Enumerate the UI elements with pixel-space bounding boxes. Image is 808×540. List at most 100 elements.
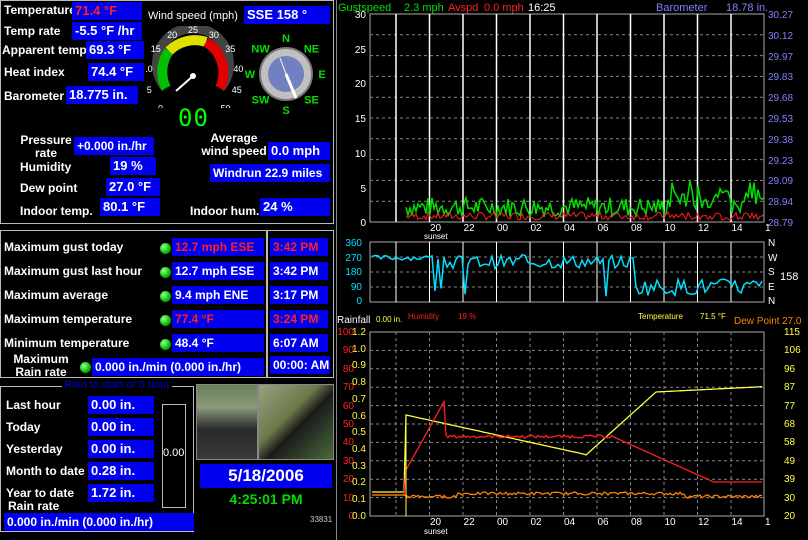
wind-speed-gauge: 0 5 10 15 20 25 30 35 40 45 50 [146,26,243,108]
time-display: 4:25:01 PM [229,491,303,507]
wind-speed-label: Wind speed (mph) [148,10,238,22]
extreme-status-icon [160,339,171,350]
gauge-scale-label: 0 [158,104,163,108]
temperature-tick: 77 [784,400,796,412]
rain-tick: 0.8 [352,377,366,389]
temperature-tick: 96 [784,363,796,375]
rain-tick: 0.7 [352,393,366,405]
wind-direction-value: SSE 158 ° [244,6,330,24]
wind-speed-tick: 25 [354,44,366,56]
temp-x-tick: 14 [731,517,743,528]
record-counter: 33831 [310,515,333,524]
extreme-label: Minimum temperature [4,336,130,350]
temperature-tick: 115 [784,327,800,338]
temperature-tick: 87 [784,382,796,394]
max-rain-label: Maximum Rain rate [13,352,69,380]
extreme-status-icon [160,267,171,278]
wind-x-tick: 22 [463,223,475,234]
wind-compass: N NE E SE S SW W NW [245,33,326,114]
rain-rate-label: Rain rate [8,499,60,513]
baro-tick: 29.68 [768,93,794,105]
dew-graph-label: Dew Point [734,316,780,327]
humidity-graph-label: Humidity [408,312,440,321]
rainfall-value: 0.00 in. [376,315,403,324]
extreme-time: 3:42 PM [270,262,328,280]
temperature-tick: 30 [784,492,796,504]
humidity-graph-value: 19 % [458,312,477,321]
compass-point-s: S [282,105,289,114]
extreme-status-icon [160,291,171,302]
dew-point-value: 27.0 °F [106,178,160,196]
rain-panel-title: Rain to start of 0 hour [62,379,172,391]
avg-wind-label: Average wind speed [201,131,267,159]
compass-point-e: E [318,69,325,81]
temp-x-tick: 22 [463,517,475,528]
baro-tick: 29.23 [768,155,794,167]
indoor-temp-label: Indoor temp. [20,204,93,218]
extreme-status-icon [160,315,171,326]
date-display: 5/18/2006 [200,464,332,488]
extreme-value: 48.4 °F [172,334,264,352]
baro-tick: 30.27 [768,10,794,21]
direction-current: 158 [780,271,799,283]
rain-row-label: Today [6,420,41,434]
rain-tick: 0.1 [352,494,366,505]
rain-tick: 0.0 [352,510,366,522]
apparent-temp-value: 69.3 °F [86,41,144,59]
rain-tick: 0.3 [352,460,366,472]
temp-x-tick: 00 [497,517,509,528]
extreme-time: 6:07 AM [270,334,328,352]
temperature-tick: 39 [784,474,796,486]
max-rain-value: 0.000 in./min (0.000 in./hr) [92,358,264,376]
barometer-label: Barometer [4,89,65,103]
temp-graph-value: 71.5 °F [700,312,726,321]
humidity-label: Humidity [20,160,72,174]
gauge-scale-label: 30 [209,30,219,40]
wind-speed-tick: 10 [354,148,366,160]
direction-degree-tick: 180 [345,267,362,278]
max-rain-status-icon [80,362,91,373]
temp-x-tick: 10 [664,517,676,528]
direction-compass-tick: E [768,281,775,293]
temp-x-tick: 08 [631,517,643,528]
extreme-label: Maximum temperature [4,312,133,326]
wind-speed-tick: 15 [354,114,366,126]
temp-x-tick: 1 [765,517,771,528]
wind-speed-tick: 20 [354,79,366,91]
baro-tick: 30.12 [768,30,794,42]
rainfall-label: Rainfall [337,315,371,326]
gauge-scale-label: 10 [146,64,153,74]
wind-x-tick: 04 [564,223,576,234]
temp-x-tick: 04 [564,517,576,528]
temperature-value: 71.4 °F [72,2,142,20]
indoor-hum-value: 24 % [260,198,330,216]
rain-tick: 0.4 [352,443,366,455]
rain-row-value: 0.28 in. [88,462,154,480]
rain-tick: 1.0 [352,343,366,355]
extreme-value: 12.7 mph ESE [172,262,264,280]
direction-compass-tick: N [768,238,776,249]
temp-x-tick: 02 [530,517,542,528]
gauge-scale-label: 15 [151,44,161,54]
rain-gauge-value: 0.00 [163,447,185,459]
gauge-scale-label: 5 [147,85,152,95]
rain-row-label: Yesterday [6,442,63,456]
indoor-hum-label: Indoor hum. [190,204,260,218]
max-rain-time: 00:00: AM [270,356,330,374]
rain-row-value: 0.00 in. [88,418,154,436]
direction-degree-tick: 360 [345,238,362,249]
windrun-value: Windrun 22.9 miles [210,164,330,182]
extreme-time: 3:17 PM [270,286,328,304]
baro-tick: 28.79 [768,218,794,229]
pressure-rate-value: +0.000 in./hr [74,137,154,155]
wind-x-tick: 1 [765,223,771,234]
dew-graph-value: 27.0 [782,316,802,327]
extreme-time: 3:42 PM [270,238,328,256]
compass-point-n: N [282,33,290,45]
direction-degree-tick: 90 [350,281,362,293]
gauge-scale-label: 20 [167,30,177,40]
direction-degree-tick: 0 [356,296,362,307]
rain-row-value: 1.72 in. [88,484,154,502]
temp-sunset-label: sunset [424,527,448,536]
compass-point-se: SE [304,94,319,106]
